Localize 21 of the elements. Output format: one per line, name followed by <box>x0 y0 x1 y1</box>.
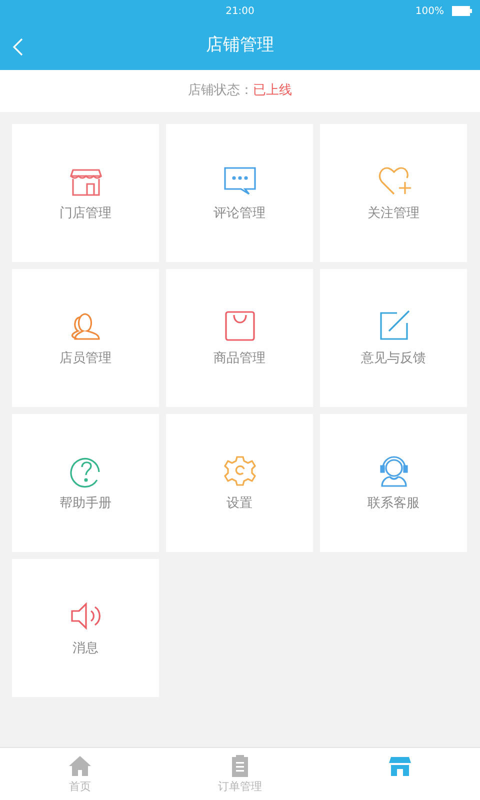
battery-level: 100% <box>415 4 444 18</box>
menu-tile[interactable]: 设置 <box>166 414 313 552</box>
home-icon <box>68 754 92 778</box>
menu-tile[interactable]: 意见与反馈 <box>320 269 467 407</box>
menu-tile[interactable]: 店员管理 <box>12 269 159 407</box>
menu-tile[interactable]: 帮助手册 <box>12 414 159 552</box>
menu-tile[interactable]: 门店管理 <box>12 124 159 262</box>
menu-tile[interactable]: 消息 <box>12 559 159 697</box>
page-title: 店铺管理 <box>206 34 274 58</box>
tab[interactable]: 订单管理 <box>160 748 320 800</box>
menu-tile[interactable]: 关注管理 <box>320 124 467 262</box>
back-icon <box>12 36 24 57</box>
store-status-label: 店铺状态： <box>188 82 253 100</box>
menu-tile[interactable]: 评论管理 <box>166 124 313 262</box>
menu-tile[interactable]: 商品管理 <box>166 269 313 407</box>
menu-tile[interactable]: 联系客服 <box>320 414 467 552</box>
status-time: 21:00 <box>226 4 254 18</box>
store-icon <box>388 754 412 778</box>
store-status-value: 已上线 <box>253 82 292 100</box>
battery-icon <box>452 6 472 16</box>
tab[interactable]: 首页 <box>0 748 160 800</box>
